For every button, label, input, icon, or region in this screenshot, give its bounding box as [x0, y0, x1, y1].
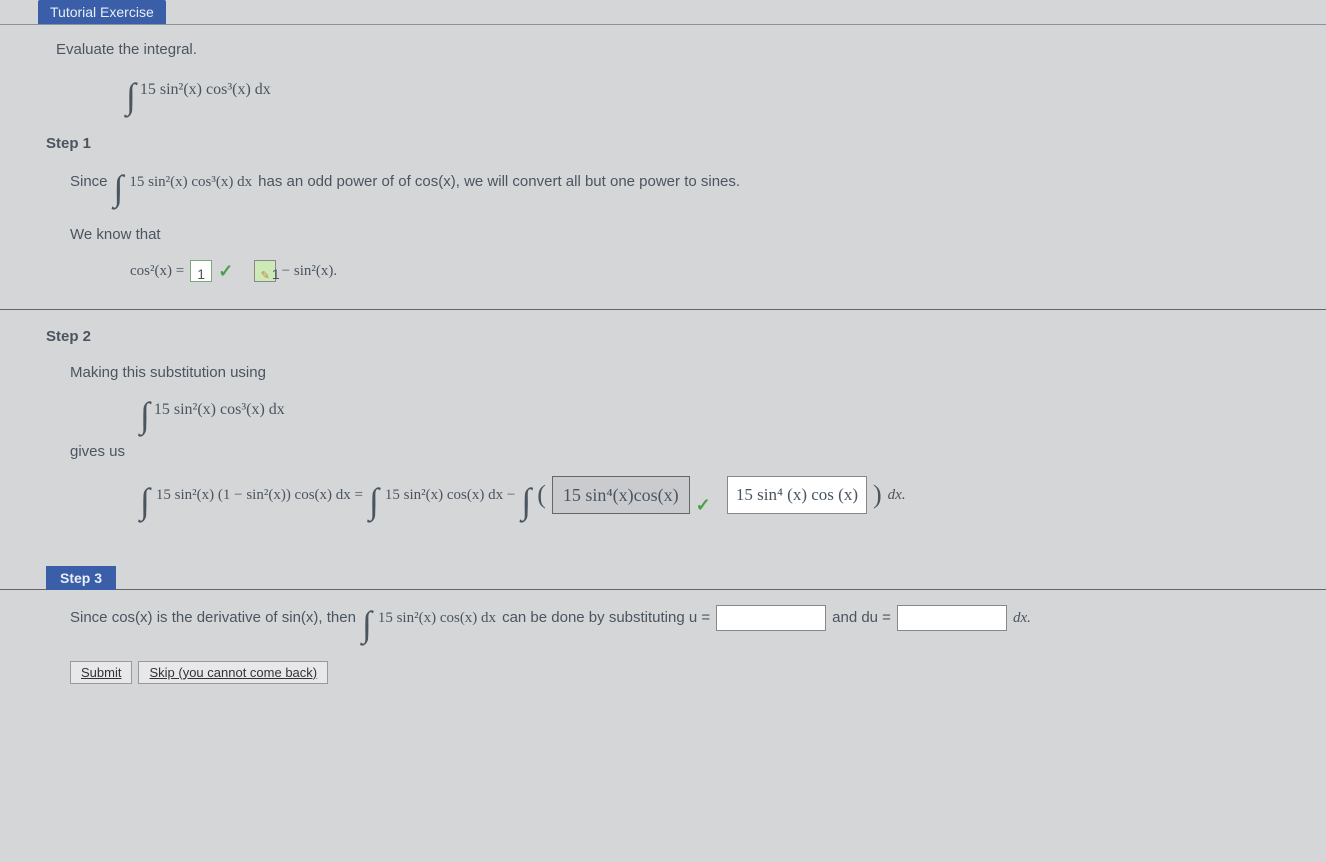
integral-sign-icon: ∫	[140, 487, 150, 516]
close-paren: )	[873, 474, 882, 516]
step2-body: Making this substitution using ∫ 15 sin²…	[70, 361, 1326, 515]
check-icon	[696, 491, 711, 520]
step3-body: Since cos(x) is the derivative of sin(x)…	[70, 604, 1326, 633]
step3-text-b: can be done by substituting u =	[502, 606, 710, 630]
divider	[0, 309, 1326, 310]
integral-sign-icon: ∫	[521, 487, 531, 516]
tutorial-exercise-tab: Tutorial Exercise	[38, 0, 166, 24]
step1-title: Step 1	[46, 135, 1326, 152]
open-paren: (	[537, 474, 546, 516]
step2-integral: ∫ 15 sin²(x) cos³(x) dx	[140, 395, 1326, 424]
step2-answer-input[interactable]: 15 sin⁴(x)cos(x)	[552, 476, 690, 515]
pencil-icon: ✎	[261, 270, 270, 282]
step2-title: Step 2	[46, 328, 1326, 345]
check-icon	[218, 257, 233, 286]
step3-integral-expr: 15 sin²(x) cos(x) dx	[378, 606, 496, 630]
step2-lhs: 15 sin²(x) (1 − sin²(x)) cos(x) dx =	[156, 483, 363, 507]
since-label: Since	[70, 170, 108, 194]
identity-input-a[interactable]: 1	[190, 260, 212, 282]
button-row: Submit Skip (you cannot come back)	[70, 661, 1326, 684]
integral-sign-icon: ∫	[126, 82, 136, 111]
step2-making: Making this substitution using	[70, 361, 1326, 385]
prompt-text: Evaluate the integral.	[56, 41, 1326, 58]
step2-expansion: ∫ 15 sin²(x) (1 − sin²(x)) cos(x) dx = ∫…	[140, 474, 1326, 516]
du-input[interactable]	[897, 605, 1007, 631]
integral-sign-icon: ∫	[362, 610, 372, 639]
integral-sign-icon: ∫	[369, 487, 379, 516]
skip-button[interactable]: Skip (you cannot come back)	[138, 661, 328, 684]
step3-line: Since cos(x) is the derivative of sin(x)…	[70, 604, 1326, 633]
step3-and-du: and du =	[832, 606, 891, 630]
identity-input-b[interactable]: ✎1	[254, 260, 276, 282]
step2-dx: dx.	[888, 483, 906, 507]
step1-integral-expr: 15 sin²(x) cos³(x) dx	[129, 170, 252, 194]
content-area: Evaluate the integral. ∫ 15 sin²(x) cos³…	[0, 25, 1326, 684]
step2-answer-display: 15 sin⁴ (x) cos (x)	[727, 476, 867, 513]
step3-dx: dx.	[1013, 606, 1031, 630]
step2-gives-us: gives us	[70, 440, 1326, 464]
cos2-lhs: cos²(x) =	[130, 259, 184, 283]
step3-tab: Step 3	[46, 566, 116, 590]
step1-body: Since ∫ 15 sin²(x) cos³(x) dx has an odd…	[70, 168, 1326, 286]
step3-divider	[0, 589, 1326, 590]
main-integral-expr: 15 sin²(x) cos³(x) dx	[140, 81, 271, 99]
main-integral: ∫ 15 sin²(x) cos³(x) dx	[126, 76, 1326, 105]
integral-sign-icon: ∫	[114, 174, 124, 203]
u-substitution-input[interactable]	[716, 605, 826, 631]
step1-since-tail: has an odd power of of cos(x), we will c…	[258, 170, 740, 194]
identity-input-b-value: 1	[272, 266, 280, 282]
step1-identity-line: cos²(x) = 1 ✎1 − sin²(x).	[130, 257, 1326, 286]
step3-text-a: Since cos(x) is the derivative of sin(x)…	[70, 606, 356, 630]
header-tab-bar: Tutorial Exercise	[0, 0, 1326, 25]
minus-sin2: − sin²(x).	[282, 259, 337, 283]
page: Tutorial Exercise Evaluate the integral.…	[0, 0, 1326, 684]
integral-sign-icon: ∫	[140, 401, 150, 430]
step2-mid: 15 sin²(x) cos(x) dx −	[385, 483, 515, 507]
step1-we-know: We know that	[70, 223, 1326, 247]
step2-integral-expr: 15 sin²(x) cos³(x) dx	[154, 401, 285, 419]
submit-button[interactable]: Submit	[70, 661, 132, 684]
step1-since-line: Since ∫ 15 sin²(x) cos³(x) dx has an odd…	[70, 168, 1326, 197]
